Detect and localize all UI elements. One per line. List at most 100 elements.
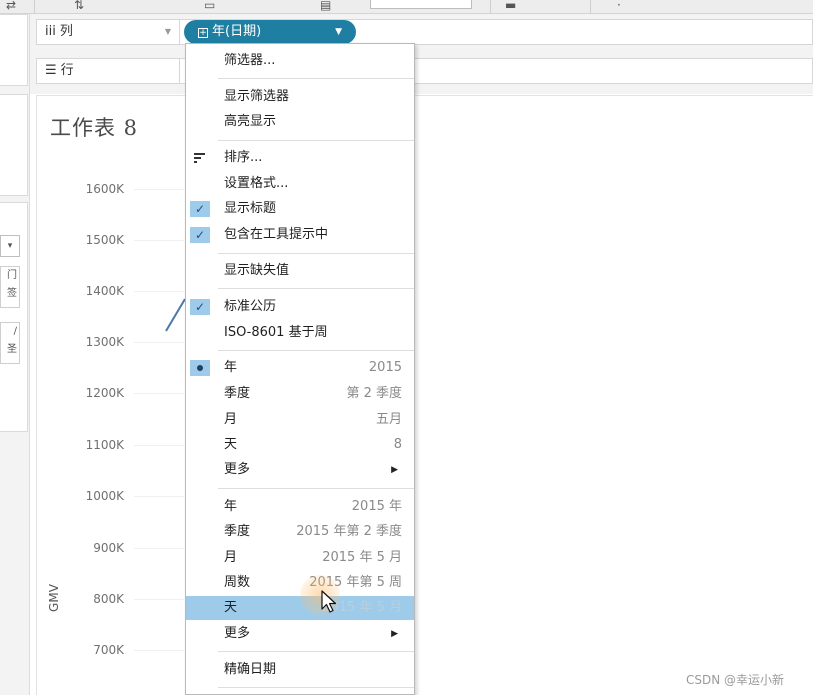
menu-item-include-tooltip[interactable]: ✓ 包含在工具提示中: [186, 223, 414, 247]
checkmark-icon: ✓: [190, 201, 210, 217]
menu-item-label: 高亮显示: [224, 114, 277, 129]
menu-item-label: 季度: [224, 386, 251, 401]
menu-item-label: 包含在工具提示中: [224, 227, 329, 242]
menu-item-exact-date[interactable]: 精确日期: [186, 658, 414, 682]
menu-item-format[interactable]: 设置格式...: [186, 172, 414, 196]
sheet-title: 工作表 8: [50, 116, 139, 140]
menu-item-label: 更多: [224, 626, 251, 641]
y-tick-label: 1300K: [85, 335, 124, 349]
y-tick-label: 900K: [93, 541, 124, 555]
menu-separator: [218, 651, 414, 652]
columns-shelf[interactable]: iii 列 ▼: [36, 19, 180, 45]
date-field-pill[interactable]: + 年(日期) ▼: [184, 20, 356, 44]
label-icon[interactable]: ▤: [320, 0, 331, 12]
toolbar-separator: [490, 0, 491, 14]
gridline: [134, 189, 184, 190]
menu-item-example: 五月: [375, 412, 402, 427]
columns-icon: iii: [45, 24, 56, 39]
sort-icon: [194, 153, 206, 163]
panel-card: [0, 14, 28, 86]
sort-ascending-icon[interactable]: ⇅: [74, 0, 84, 12]
columns-label: 列: [59, 24, 73, 39]
menu-item-label: 标准公历: [224, 299, 277, 314]
menu-item-example: 第 2 季度: [346, 386, 402, 401]
menu-item-discrete-more[interactable]: 更多 ▶: [186, 458, 414, 482]
watermark: CSDN @幸运小新: [686, 673, 785, 687]
menu-item-filter[interactable]: 筛选器...: [186, 49, 414, 73]
menu-item-example: 2015 年第 2 季度: [296, 524, 402, 539]
menu-item-iso-week[interactable]: ISO-8601 基于周: [186, 321, 414, 345]
marks-color-button[interactable]: 门签: [0, 266, 20, 308]
menu-separator: [218, 288, 414, 289]
plus-box-icon[interactable]: +: [198, 28, 208, 38]
menu-item-label: 天: [224, 437, 238, 452]
group-icon[interactable]: ▭: [204, 0, 215, 12]
mark-type-dropdown[interactable]: ▾: [0, 235, 20, 257]
y-axis-title: GMV: [46, 584, 61, 612]
menu-separator: [218, 687, 414, 688]
menu-item-label: ISO-8601 基于周: [224, 325, 328, 340]
menu-item-label: 排序...: [224, 150, 263, 165]
menu-item-highlight[interactable]: 高亮显示: [186, 110, 414, 134]
bullet-icon: [190, 360, 210, 376]
menu-item-sort[interactable]: 排序...: [186, 146, 414, 170]
menu-item-continuous-more[interactable]: 更多 ▶: [186, 622, 414, 646]
y-tick-label: 1600K: [85, 182, 124, 196]
y-tick-label: 1200K: [85, 386, 124, 400]
chart-icon[interactable]: ▬: [505, 0, 516, 12]
menu-item-label: 精确日期: [224, 662, 277, 677]
toolbar-separator: [590, 0, 591, 14]
menu-item-label: 季度: [224, 524, 251, 539]
chevron-down-icon[interactable]: ▼: [165, 20, 171, 44]
menu-item-discrete-quarter[interactable]: 季度 第 2 季度: [186, 382, 414, 406]
menu-item-label: 月: [224, 550, 238, 565]
gridline: [134, 548, 184, 549]
menu-separator: [218, 488, 414, 489]
caret-down-icon[interactable]: ▼: [335, 20, 342, 44]
menu-item-show-missing[interactable]: 显示缺失值: [186, 259, 414, 283]
menu-item-continuous-month[interactable]: 月 2015 年 5 月: [186, 546, 414, 570]
menu-item-label: 周数: [224, 575, 251, 590]
menu-item-discrete-year[interactable]: 年 2015: [186, 356, 414, 380]
rows-icon: ☰: [45, 63, 57, 78]
gridline: [134, 650, 184, 651]
menu-item-example: 2015 年 5 月: [322, 550, 402, 565]
worksheet-canvas: [36, 95, 813, 695]
gridline: [134, 393, 184, 394]
menu-separator: [218, 140, 414, 141]
menu-item-example: 2015: [368, 360, 402, 375]
fit-select[interactable]: [370, 0, 472, 9]
y-tick-label: 700K: [93, 643, 124, 657]
menu-item-label: 年: [224, 499, 238, 514]
menu-item-continuous-quarter[interactable]: 季度 2015 年第 2 季度: [186, 520, 414, 544]
menu-item-label: 显示筛选器: [224, 89, 290, 104]
gridline: [134, 496, 184, 497]
menu-item-label: 显示标题: [224, 201, 277, 216]
menu-item-label: 年: [224, 360, 238, 375]
share-icon[interactable]: ·: [617, 0, 621, 12]
mouse-pointer-icon: [321, 590, 337, 613]
marks-path-button[interactable]: ∕ 圣: [0, 322, 20, 364]
menu-item-discrete-day[interactable]: 天 8: [186, 433, 414, 457]
menu-item-show-header[interactable]: ✓ 显示标题: [186, 197, 414, 221]
rows-label: 行: [60, 63, 74, 78]
menu-item-continuous-year[interactable]: 年 2015 年: [186, 495, 414, 519]
menu-item-label: 设置格式...: [224, 176, 289, 191]
menu-separator: [218, 350, 414, 351]
gridline: [134, 445, 184, 446]
panel-card: [0, 94, 28, 196]
submenu-arrow-icon: ▶: [391, 465, 398, 475]
gridline: [134, 291, 184, 292]
gridline: [134, 599, 184, 600]
checkmark-icon: ✓: [190, 299, 210, 315]
y-tick-label: 1500K: [85, 233, 124, 247]
menu-item-label: 显示缺失值: [224, 263, 290, 278]
menu-item-standard-calendar[interactable]: ✓ 标准公历: [186, 295, 414, 319]
rows-shelf[interactable]: ☰ 行: [36, 58, 180, 84]
swap-icon[interactable]: ⇄: [6, 0, 16, 12]
menu-item-show-filter[interactable]: 显示筛选器: [186, 85, 414, 109]
y-tick-label: 1100K: [85, 438, 124, 452]
toolbar-separator: [34, 0, 35, 14]
menu-item-discrete-month[interactable]: 月 五月: [186, 408, 414, 432]
menu-item-example: 8: [393, 437, 402, 452]
